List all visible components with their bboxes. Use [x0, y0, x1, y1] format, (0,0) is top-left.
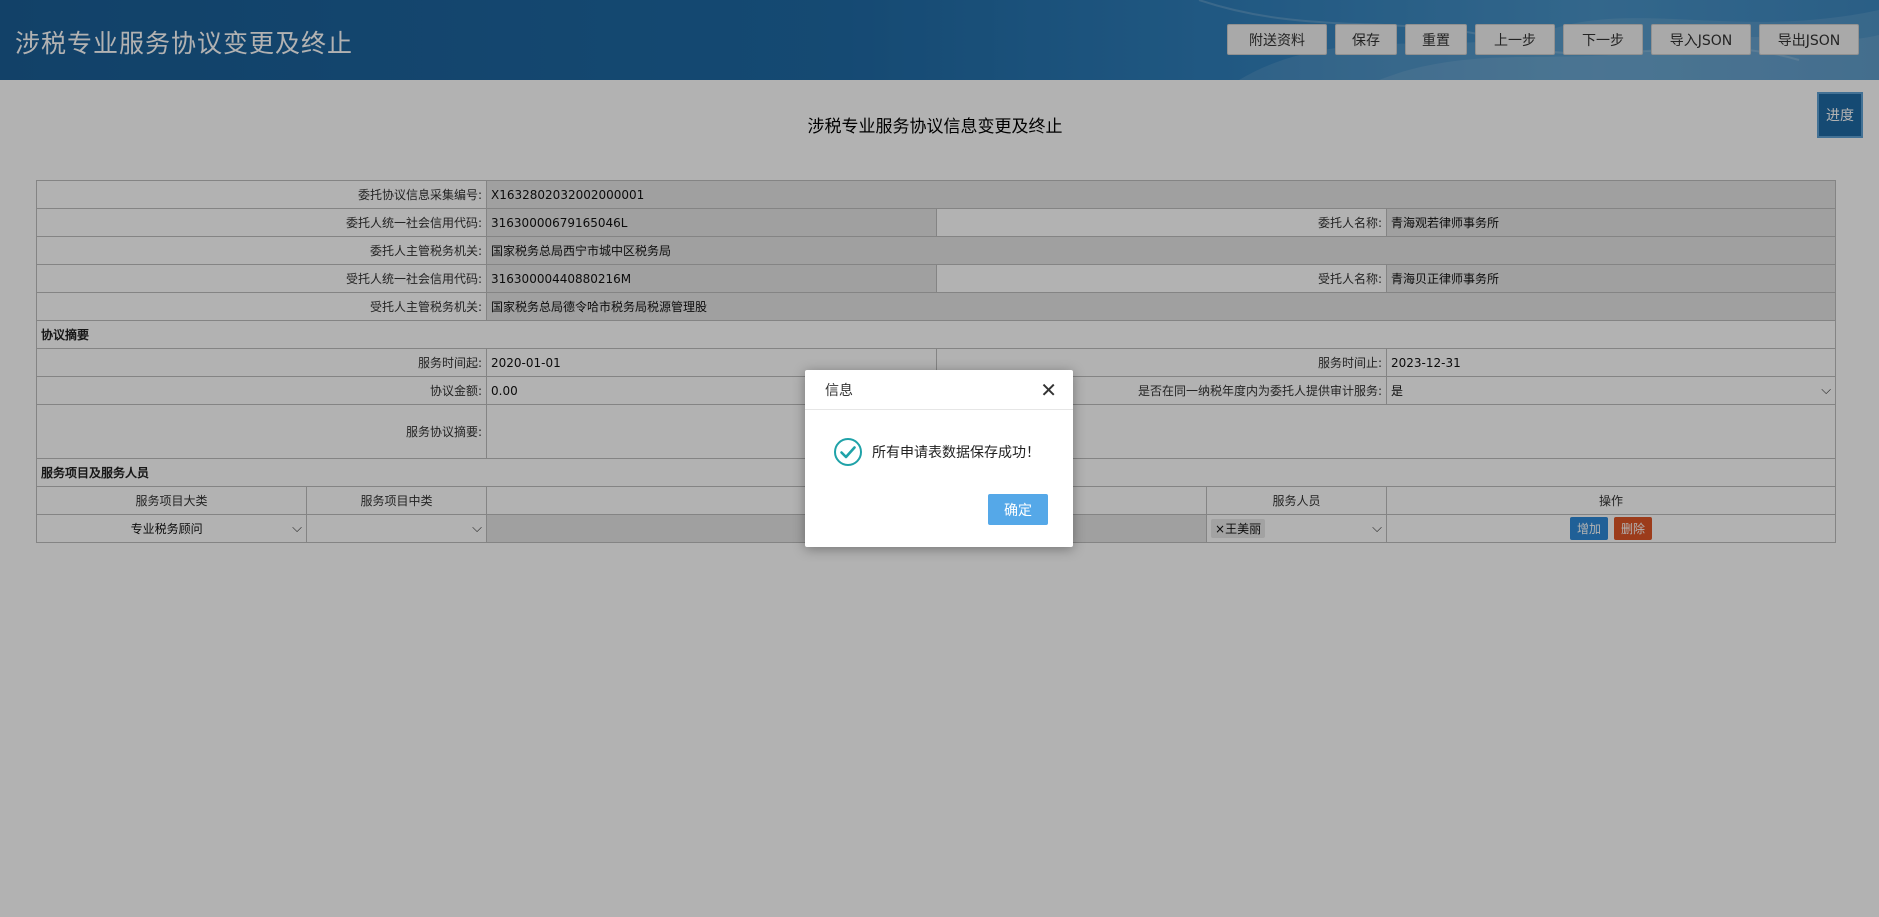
info-dialog: 信息 ✕ 所有申请表数据保存成功！ 确定 — [805, 370, 1073, 547]
check-circle-icon — [834, 438, 862, 466]
dialog-body: 所有申请表数据保存成功！ — [805, 410, 1073, 467]
dialog-header: 信息 ✕ — [805, 370, 1073, 410]
dialog-message: 所有申请表数据保存成功！ — [872, 445, 1040, 461]
close-icon[interactable]: ✕ — [1040, 380, 1057, 400]
dialog-title: 信息 — [825, 382, 853, 399]
confirm-button[interactable]: 确定 — [988, 494, 1048, 525]
